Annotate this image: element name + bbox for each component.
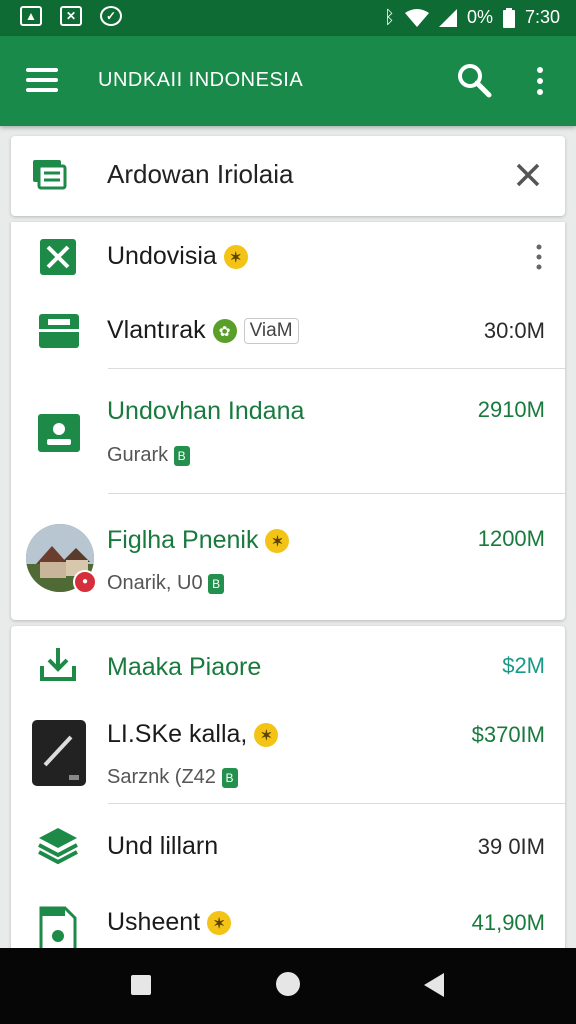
search-card[interactable]: Ardowan Iriolaia — [11, 136, 565, 216]
gold-badge-icon: ✶ — [265, 529, 290, 554]
navigation-bar — [0, 948, 576, 1024]
bluetooth-icon: ᛒ — [384, 7, 395, 27]
item-subtitle: Onarik, U0 B — [107, 572, 225, 595]
item-amount: 30:0M — [483, 318, 545, 343]
gold-badge-icon: ✶ — [223, 245, 248, 270]
item-amount: 41,90M — [471, 910, 545, 935]
doc-badge-icon: B — [208, 573, 225, 594]
item-name: LI.SKe kalla, ✶ — [107, 720, 279, 749]
more-vert-icon[interactable] — [530, 66, 550, 96]
search-query[interactable]: Ardowan Iriolaia — [107, 159, 293, 190]
item-name: Undovhan Indana — [107, 397, 305, 425]
download-icon — [40, 648, 76, 681]
home-icon[interactable] — [274, 970, 302, 998]
id-card-icon — [39, 314, 79, 348]
item-subtitle: Gurark B — [107, 444, 190, 467]
list-card-1: Undovisia ✶ Vlantırak ✿ ViaM 30:0M Undov… — [11, 222, 565, 620]
contact-card-icon — [38, 414, 80, 452]
layers-icon — [38, 828, 78, 864]
list-item[interactable]: Vlantırak ✿ ViaM 30:0M — [11, 292, 565, 368]
more-vert-icon[interactable] — [533, 244, 545, 270]
list-item[interactable]: LI.SKe kalla, ✶ Sarznk (Z42 B $370IM — [11, 706, 565, 803]
list-item[interactable]: Undovhan Indana Gurark B 2910M — [11, 369, 565, 493]
item-name: Maaka Piaore — [107, 653, 262, 681]
compass-icon: ✓ — [100, 6, 122, 26]
list-icon — [33, 160, 67, 190]
item-amount: $370IM — [471, 722, 545, 747]
device-thumb-icon — [32, 720, 86, 786]
item-name: Vlantırak ✿ ViaM — [107, 316, 299, 345]
app-title: UNDKAII INDONESIA — [98, 69, 304, 91]
search-icon[interactable] — [456, 62, 492, 98]
item-name: Und lillarn — [107, 832, 219, 860]
list-item[interactable]: ● Figlha Pnenik ✶ Onarik, U0 B 1200M — [11, 494, 565, 620]
clover-badge-icon: ✿ — [212, 319, 237, 344]
gallery-icon: ▲ — [20, 6, 42, 26]
item-amount: 1200M — [477, 526, 545, 551]
gold-badge-icon: ✶ — [207, 911, 232, 936]
wifi-icon — [404, 8, 429, 27]
battery-percent: 0% — [466, 7, 493, 27]
clock: 7:30 — [524, 7, 560, 27]
item-amount: $2M — [502, 653, 545, 678]
list-item[interactable]: Undovisia ✶ — [11, 222, 565, 292]
list-card-2: Maaka Piaore $2M LI.SKe kalla, ✶ Sarznk … — [11, 626, 565, 956]
back-icon[interactable] — [422, 972, 446, 998]
close-icon[interactable] — [515, 162, 541, 188]
list-item[interactable]: Usheent ✶ 41,90M — [11, 886, 565, 956]
no-signal-icon: ✕ — [60, 6, 82, 26]
item-subtitle: Sarznk (Z42 B — [107, 766, 238, 789]
list-item[interactable]: Und lillarn 39 0IM — [11, 804, 565, 886]
item-amount: 39 0IM — [477, 834, 545, 859]
gold-badge-icon: ✶ — [254, 723, 279, 748]
notification-dot-icon: ● — [73, 570, 97, 594]
check-box-icon — [40, 239, 76, 275]
item-name: Usheent ✶ — [107, 908, 232, 937]
item-amount: 2910M — [477, 397, 545, 422]
doc-badge-icon: B — [173, 445, 190, 466]
recent-apps-icon[interactable] — [130, 974, 152, 996]
item-name: Figlha Pnenik ✶ — [107, 526, 290, 555]
battery-icon — [502, 7, 515, 28]
list-item[interactable]: Maaka Piaore $2M — [11, 626, 565, 706]
item-chip: ViaM — [243, 318, 299, 345]
status-bar: ▲ ✕ ✓ ᛒ 0% 7:30 — [0, 0, 576, 36]
menu-icon[interactable] — [26, 68, 58, 92]
doc-badge-icon: B — [221, 767, 238, 788]
cell-signal-icon — [438, 8, 457, 27]
app-bar: UNDKAII INDONESIA — [0, 36, 576, 126]
media-file-icon — [39, 906, 77, 952]
item-name: Undovisia ✶ — [107, 242, 248, 271]
